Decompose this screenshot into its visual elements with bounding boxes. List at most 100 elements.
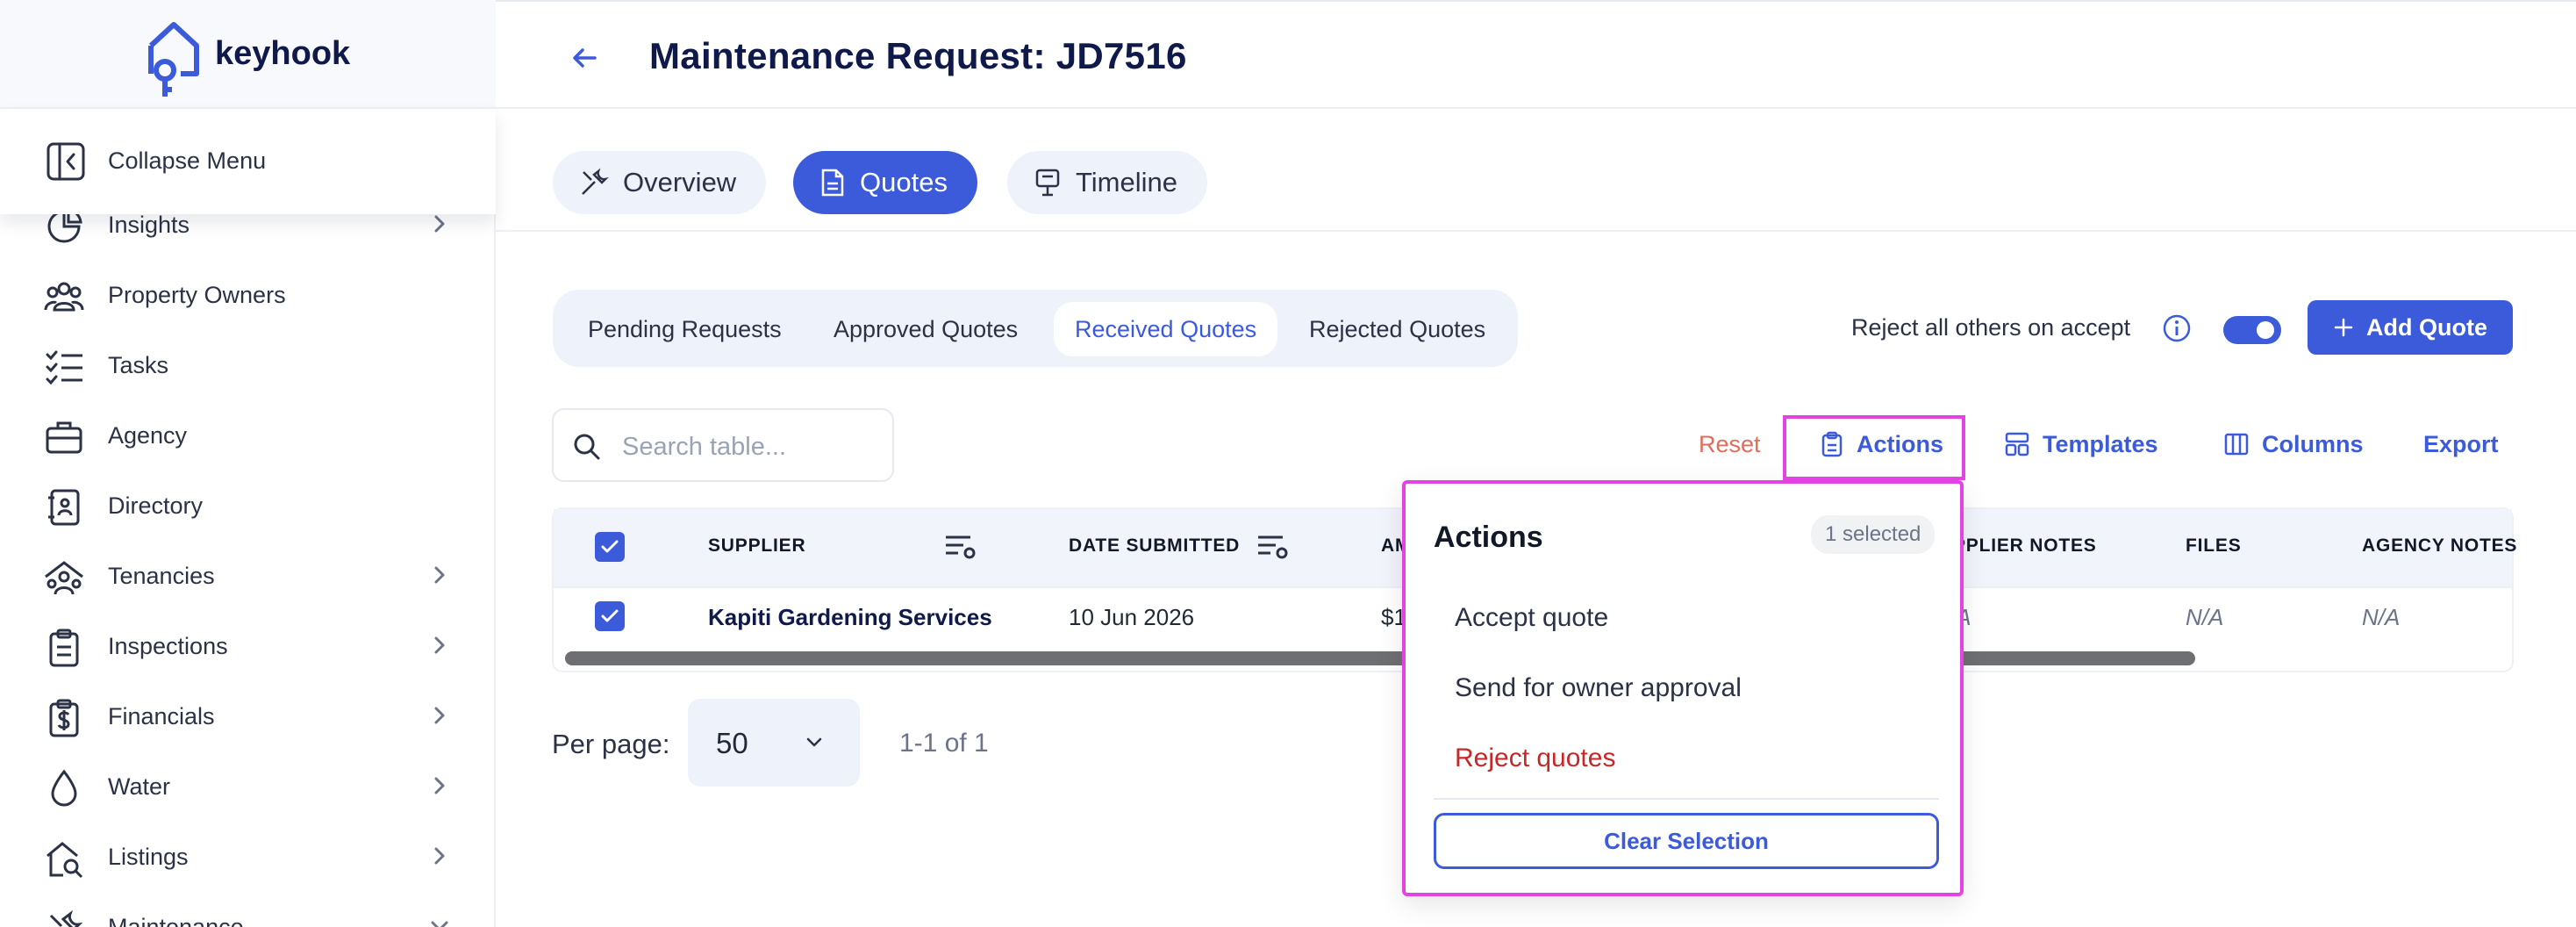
send-for-owner-approval-option[interactable]: Send for owner approval — [1455, 673, 1742, 703]
logo-bar: keyhook — [0, 0, 496, 109]
tools-icon — [49, 909, 83, 927]
sidebar-item-property-owners[interactable]: Property Owners — [0, 259, 496, 329]
supplier-cell[interactable]: Kapiti Gardening Services — [708, 604, 992, 631]
tab-quotes[interactable]: Quotes — [793, 151, 977, 214]
chevron-right-icon — [434, 215, 445, 233]
pagination-range: 1-1 of 1 — [899, 729, 989, 758]
add-quote-button[interactable]: Add Quote — [2308, 300, 2513, 355]
sidebar-item-inspections[interactable]: Inspections — [0, 610, 496, 680]
reject-quotes-option[interactable]: Reject quotes — [1455, 744, 1615, 773]
brand-name: keyhook — [215, 35, 351, 72]
search-box — [552, 408, 894, 482]
column-header-supplier[interactable]: SUPPLIER — [708, 535, 805, 557]
collapse-icon — [47, 142, 85, 181]
templates-icon — [2005, 432, 2029, 456]
agency-notes-cell: N/A — [2362, 604, 2401, 630]
reject-others-toggle[interactable] — [2223, 316, 2281, 344]
export-button[interactable]: Export — [2423, 421, 2499, 467]
house-search-icon — [47, 842, 83, 879]
briefcase-icon — [46, 421, 82, 454]
accept-quote-option[interactable]: Accept quote — [1455, 603, 1608, 633]
sidebar-item-label: Water — [108, 773, 171, 800]
clear-selection-button[interactable]: Clear Selection — [1434, 813, 1939, 869]
columns-label: Columns — [2262, 430, 2364, 457]
reject-others-label: Reject all others on accept — [1851, 314, 2131, 341]
per-page-label: Per page: — [552, 729, 670, 759]
sidebar-item-financials[interactable]: Financials — [0, 680, 496, 751]
divider — [496, 230, 2576, 232]
back-arrow-icon[interactable] — [569, 44, 604, 72]
files-cell: N/A — [2186, 604, 2224, 630]
reset-button[interactable]: Reset — [1699, 421, 1761, 467]
sidebar-item-listings[interactable]: Listings — [0, 821, 496, 891]
chevron-right-icon — [434, 636, 445, 654]
toggle-knob — [2257, 321, 2274, 339]
column-header-files[interactable]: FILES — [2186, 535, 2242, 557]
templates-button[interactable]: Templates — [2004, 421, 2158, 467]
document-icon — [821, 169, 844, 197]
column-header-agency-notes[interactable]: AGENCY NOTES — [2362, 535, 2517, 557]
select-all-checkbox[interactable] — [595, 532, 625, 562]
search-input[interactable] — [622, 429, 877, 464]
subtab-received-quotes[interactable]: Received Quotes — [1054, 302, 1278, 356]
collapse-menu-label: Collapse Menu — [108, 147, 267, 174]
actions-button-highlight — [1783, 415, 1965, 480]
sidebar-item-directory[interactable]: Directory — [0, 470, 496, 540]
chevron-down-icon — [806, 737, 822, 747]
address-book-icon — [48, 489, 80, 526]
sidebar-item-label: Listings — [108, 844, 189, 870]
column-settings-icon[interactable] — [1256, 532, 1290, 562]
row-checkbox[interactable] — [595, 601, 625, 631]
water-drop-icon — [51, 769, 77, 807]
timeline-icon — [1035, 169, 1060, 197]
sidebar-item-agency[interactable]: Agency — [0, 399, 496, 470]
column-header-date-submitted[interactable]: DATE SUBMITTED — [1069, 535, 1240, 557]
tenants-icon — [45, 561, 83, 595]
tools-icon — [582, 168, 609, 195]
tab-label: Timeline — [1076, 167, 1177, 198]
sidebar-item-label: Agency — [108, 422, 188, 449]
tab-overview[interactable]: Overview — [553, 151, 767, 214]
tab-label: Quotes — [860, 167, 948, 198]
sidebar-item-maintenance[interactable]: Maintenance — [0, 891, 496, 927]
date-cell: 10 Jun 2026 — [1069, 604, 1195, 630]
collapse-menu-button[interactable]: Collapse Menu — [0, 109, 496, 214]
columns-button[interactable]: Columns — [2223, 421, 2364, 467]
dollar-clipboard-icon — [49, 699, 79, 737]
keyhook-logo-icon — [148, 22, 199, 97]
actions-popover: Actions 1 selected Accept quote Send for… — [1402, 480, 1964, 896]
columns-icon — [2224, 433, 2249, 456]
chevron-right-icon — [434, 847, 445, 865]
task-list-icon — [46, 350, 82, 385]
popover-title: Actions — [1434, 521, 1543, 554]
add-quote-label: Add Quote — [2366, 313, 2487, 341]
sidebar-item-water[interactable]: Water — [0, 751, 496, 821]
people-icon — [44, 282, 84, 312]
clipboard-icon — [49, 629, 79, 667]
subtab-approved-quotes[interactable]: Approved Quotes — [812, 302, 1039, 356]
sidebar-item-tasks[interactable]: Tasks — [0, 329, 496, 399]
sidebar-item-label: Tasks — [108, 352, 169, 378]
per-page-select[interactable]: 50 — [688, 699, 860, 787]
sidebar-item-label: Property Owners — [108, 282, 286, 308]
chevron-right-icon — [434, 777, 445, 794]
tab-timeline[interactable]: Timeline — [1007, 151, 1207, 214]
chevron-right-icon — [434, 707, 445, 724]
sidebar-item-label: Inspections — [108, 633, 228, 659]
sidebar-item-label: Tenancies — [108, 563, 215, 589]
divider — [1434, 798, 1939, 800]
chevron-right-icon — [434, 566, 445, 584]
sidebar-item-tenancies[interactable]: Tenancies — [0, 540, 496, 610]
check-icon — [601, 609, 619, 622]
sidebar-item-label: Insights — [108, 212, 190, 238]
sidebar-item-label: Financials — [108, 703, 215, 729]
search-icon — [574, 434, 600, 460]
column-settings-icon[interactable] — [944, 532, 977, 562]
sidebar-item-label: Directory — [108, 492, 204, 519]
info-icon[interactable] — [2162, 313, 2192, 343]
subtab-rejected-quotes[interactable]: Rejected Quotes — [1288, 302, 1506, 356]
sidebar-item-label: Maintenance — [108, 914, 244, 927]
selection-count-badge: 1 selected — [1811, 515, 1936, 554]
subtab-pending-requests[interactable]: Pending Requests — [567, 302, 803, 356]
chevron-down-icon — [431, 921, 448, 927]
